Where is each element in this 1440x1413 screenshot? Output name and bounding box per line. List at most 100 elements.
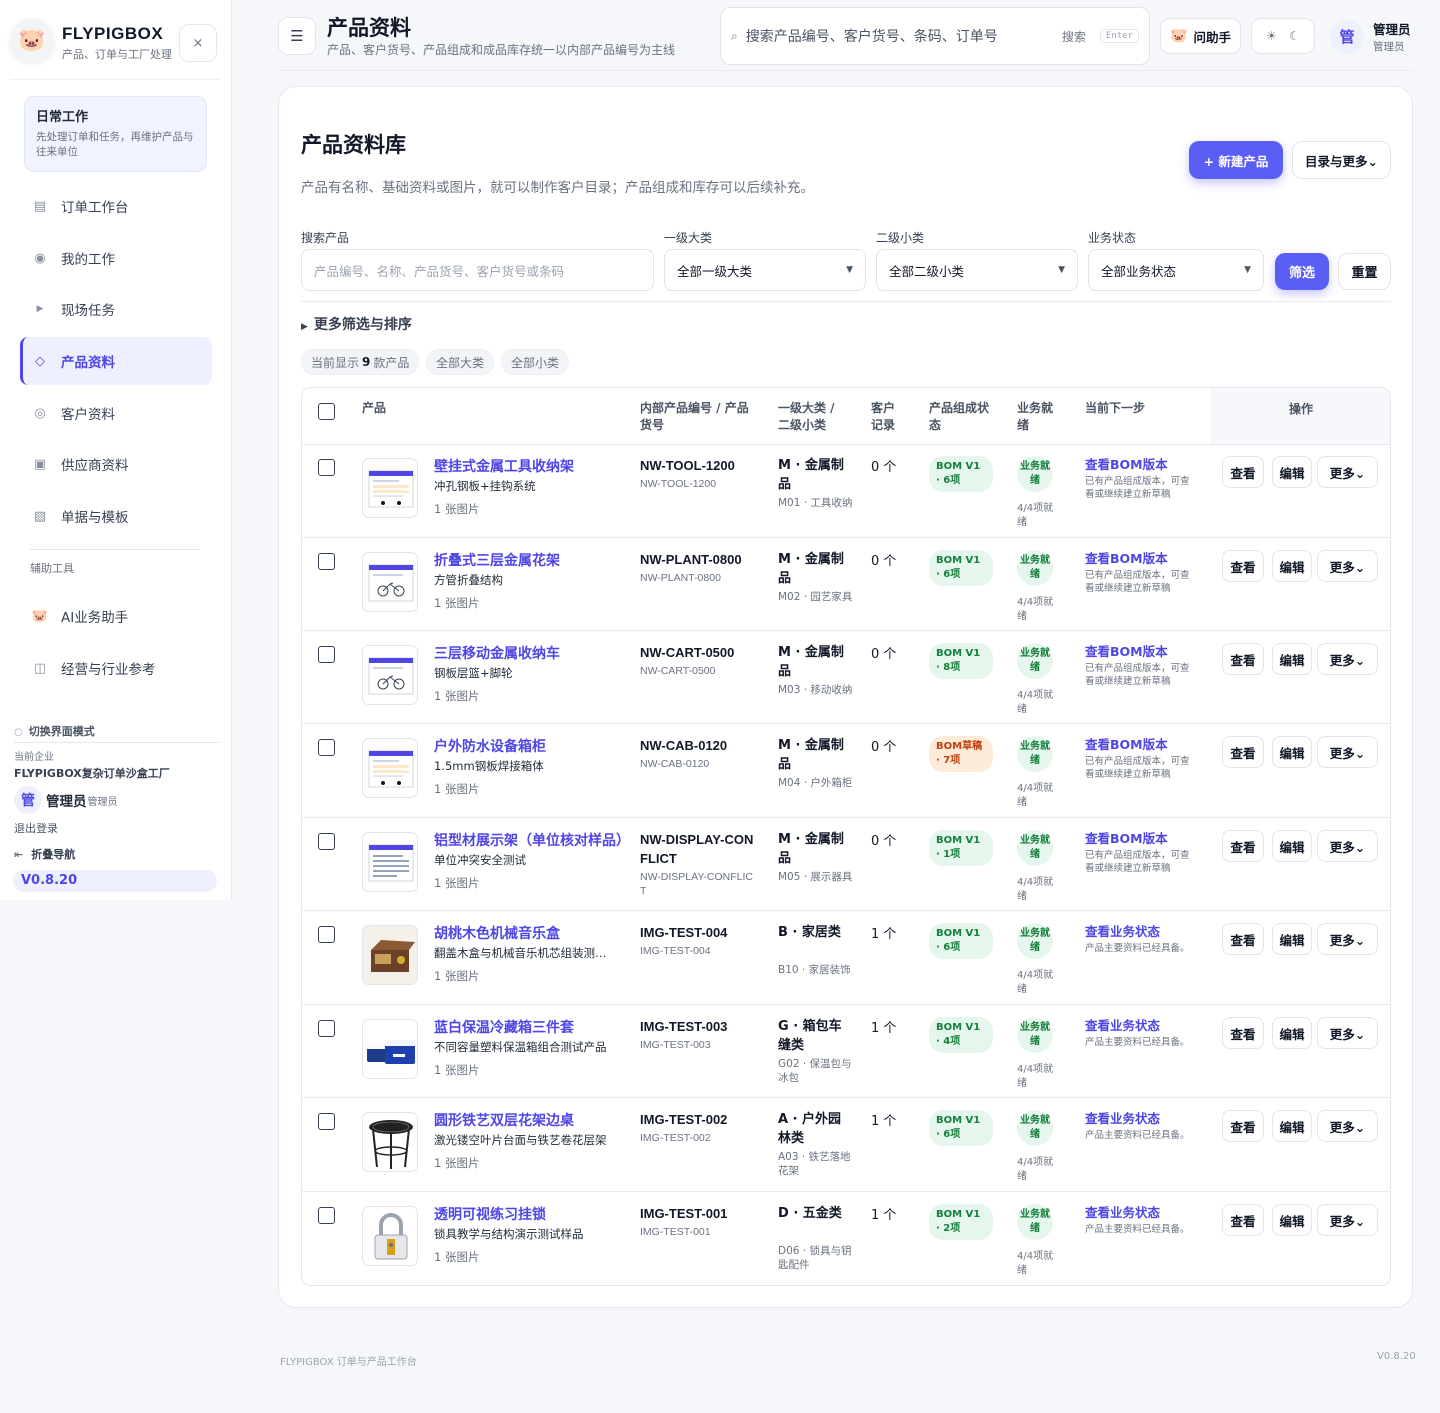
next-step-link[interactable]: 查看业务状态 <box>1085 1108 1160 1127</box>
product-search-input[interactable]: 产品编号、名称、产品货号、客户货号或条码 <box>301 249 654 291</box>
product-thumbnail[interactable] <box>362 832 418 892</box>
product-name-link[interactable]: 三层移动金属收纳车 <box>434 643 560 663</box>
more-actions-button[interactable]: 更多⌄ <box>1317 456 1378 488</box>
category2-select[interactable]: 全部二级小类 ▼ <box>876 249 1078 291</box>
product-name-link[interactable]: 户外防水设备箱柜 <box>434 736 546 756</box>
more-actions-button[interactable]: 更多⌄ <box>1317 1017 1378 1049</box>
product-name-link[interactable]: 圆形铁艺双层花架边桌 <box>434 1110 574 1130</box>
more-actions-button[interactable]: 更多⌄ <box>1317 736 1378 768</box>
view-button[interactable]: 查看 <box>1222 643 1264 675</box>
menu-toggle-button[interactable]: ☰ <box>278 17 316 55</box>
more-actions-button[interactable]: 更多⌄ <box>1317 1204 1378 1236</box>
edit-button[interactable]: 编辑 <box>1272 1017 1312 1049</box>
product-thumbnail[interactable] <box>362 1112 418 1172</box>
row-checkbox[interactable] <box>318 1207 335 1224</box>
edit-button[interactable]: 编辑 <box>1272 1204 1312 1236</box>
ask-helper-button[interactable]: 🐷 问助手 <box>1160 18 1241 54</box>
catalog-more-button[interactable]: 目录与更多⌄ <box>1292 141 1391 179</box>
row-checkbox[interactable] <box>318 459 335 476</box>
sun-icon[interactable]: ☀ <box>1266 29 1277 43</box>
sidebar-item-customers[interactable]: ◎ 客户资料 <box>20 390 212 436</box>
sidebar-item-my-work[interactable]: ◉ 我的工作 <box>20 235 212 281</box>
filter-button[interactable]: 筛选 <box>1275 253 1329 290</box>
product-thumbnail[interactable] <box>362 925 418 985</box>
view-button[interactable]: 查看 <box>1222 550 1264 582</box>
switch-mode-button[interactable]: ○ 切换界面模式 <box>14 723 220 743</box>
product-name-link[interactable]: 壁挂式金属工具收纳架 <box>434 456 574 476</box>
next-step-link[interactable]: 查看BOM版本 <box>1085 454 1168 473</box>
sidebar-item-ai-assistant[interactable]: 🐷 AI业务助手 <box>20 593 212 639</box>
reset-button[interactable]: 重置 <box>1338 253 1391 290</box>
sidebar-item-products[interactable]: ◇ 产品资料 <box>20 337 212 385</box>
sidebar-item-site-tasks[interactable]: ▶ 现场任务 <box>20 286 212 332</box>
search-input[interactable]: 搜索产品编号、客户货号、条码、订单号 <box>746 26 1062 46</box>
more-actions-button[interactable]: 更多⌄ <box>1317 1110 1378 1142</box>
row-checkbox[interactable] <box>318 739 335 756</box>
product-name-link[interactable]: 铝型材展示架（单位核对样品） <box>434 830 630 850</box>
product-image-count: 1 张图片 <box>434 1250 480 1264</box>
view-button[interactable]: 查看 <box>1222 1110 1264 1142</box>
next-step-link[interactable]: 查看BOM版本 <box>1085 548 1168 567</box>
view-button[interactable]: 查看 <box>1222 736 1264 768</box>
more-filters-toggle[interactable]: ▶ 更多筛选与排序 <box>301 314 412 334</box>
collapse-nav-button[interactable]: ⇤ 折叠导航 <box>14 846 75 862</box>
header-user-menu[interactable]: 管 管理员 管理员 <box>1330 19 1411 54</box>
new-product-button[interactable]: + 新建产品 <box>1189 141 1283 179</box>
next-step-link[interactable]: 查看BOM版本 <box>1085 828 1168 847</box>
product-thumbnail[interactable] <box>362 458 418 518</box>
sidebar-item-industry-reference[interactable]: ◫ 经营与行业参考 <box>20 645 212 691</box>
more-actions-button[interactable]: 更多⌄ <box>1317 923 1378 955</box>
edit-button[interactable]: 编辑 <box>1272 643 1312 675</box>
row-checkbox[interactable] <box>318 1113 335 1130</box>
product-thumbnail[interactable] <box>362 645 418 705</box>
view-button[interactable]: 查看 <box>1222 1204 1264 1236</box>
sidebar-item-documents[interactable]: ▧ 单据与模板 <box>20 493 212 539</box>
all-subcategory-chip[interactable]: 全部小类 <box>501 349 570 375</box>
product-name-link[interactable]: 胡桃木色机械音乐盒 <box>434 923 560 943</box>
status-select[interactable]: 全部业务状态 ▼ <box>1088 249 1264 291</box>
row-checkbox[interactable] <box>318 646 335 663</box>
product-name-link[interactable]: 折叠式三层金属花架 <box>434 550 560 570</box>
edit-button[interactable]: 编辑 <box>1272 1110 1312 1142</box>
sidebar-item-suppliers[interactable]: ▣ 供应商资料 <box>20 441 212 487</box>
product-thumbnail[interactable] <box>362 738 418 798</box>
biz-ready-badge: 业务就绪 <box>1017 456 1053 492</box>
edit-button[interactable]: 编辑 <box>1272 736 1312 768</box>
select-all-checkbox[interactable] <box>318 403 335 420</box>
next-step-link[interactable]: 查看BOM版本 <box>1085 734 1168 753</box>
global-search[interactable]: ⌕ 搜索产品编号、客户货号、条码、订单号 搜索 Enter <box>720 7 1150 65</box>
daily-work-card[interactable]: 日常工作 先处理订单和任务，再维护产品与往来单位 <box>24 96 207 172</box>
edit-button[interactable]: 编辑 <box>1272 456 1312 488</box>
product-thumbnail[interactable] <box>362 552 418 612</box>
next-step-link[interactable]: 查看业务状态 <box>1085 921 1160 940</box>
view-button[interactable]: 查看 <box>1222 830 1264 862</box>
next-step-link[interactable]: 查看BOM版本 <box>1085 641 1168 660</box>
category1-select[interactable]: 全部一级大类 ▼ <box>664 249 866 291</box>
view-button[interactable]: 查看 <box>1222 1017 1264 1049</box>
product-thumbnail[interactable] <box>362 1019 418 1079</box>
view-button[interactable]: 查看 <box>1222 923 1264 955</box>
edit-button[interactable]: 编辑 <box>1272 830 1312 862</box>
edit-button[interactable]: 编辑 <box>1272 923 1312 955</box>
more-actions-button[interactable]: 更多⌄ <box>1317 550 1378 582</box>
logout-link[interactable]: 退出登录 <box>14 820 58 836</box>
product-name-link[interactable]: 蓝白保温冷藏箱三件套 <box>434 1017 574 1037</box>
edit-button[interactable]: 编辑 <box>1272 550 1312 582</box>
more-actions-button[interactable]: 更多⌄ <box>1317 643 1378 675</box>
row-checkbox[interactable] <box>318 553 335 570</box>
product-thumbnail[interactable] <box>362 1206 418 1266</box>
close-sidebar-button[interactable]: × <box>179 24 217 62</box>
row-checkbox[interactable] <box>318 833 335 850</box>
all-category-chip[interactable]: 全部大类 <box>426 349 495 375</box>
view-button[interactable]: 查看 <box>1222 456 1264 488</box>
sidebar-item-orders[interactable]: ▤ 订单工作台 <box>20 183 212 229</box>
next-step-link[interactable]: 查看业务状态 <box>1085 1202 1160 1221</box>
more-actions-button[interactable]: 更多⌄ <box>1317 830 1378 862</box>
next-step-link[interactable]: 查看业务状态 <box>1085 1015 1160 1034</box>
moon-icon[interactable]: ☾ <box>1289 29 1300 43</box>
product-name-link[interactable]: 透明可视练习挂锁 <box>434 1204 546 1224</box>
row-checkbox[interactable] <box>318 1020 335 1037</box>
theme-toggle[interactable]: ☀ ☾ <box>1251 18 1315 54</box>
row-checkbox[interactable] <box>318 926 335 943</box>
product-subtitle: 1.5mm钢板焊接箱体 <box>434 759 544 773</box>
